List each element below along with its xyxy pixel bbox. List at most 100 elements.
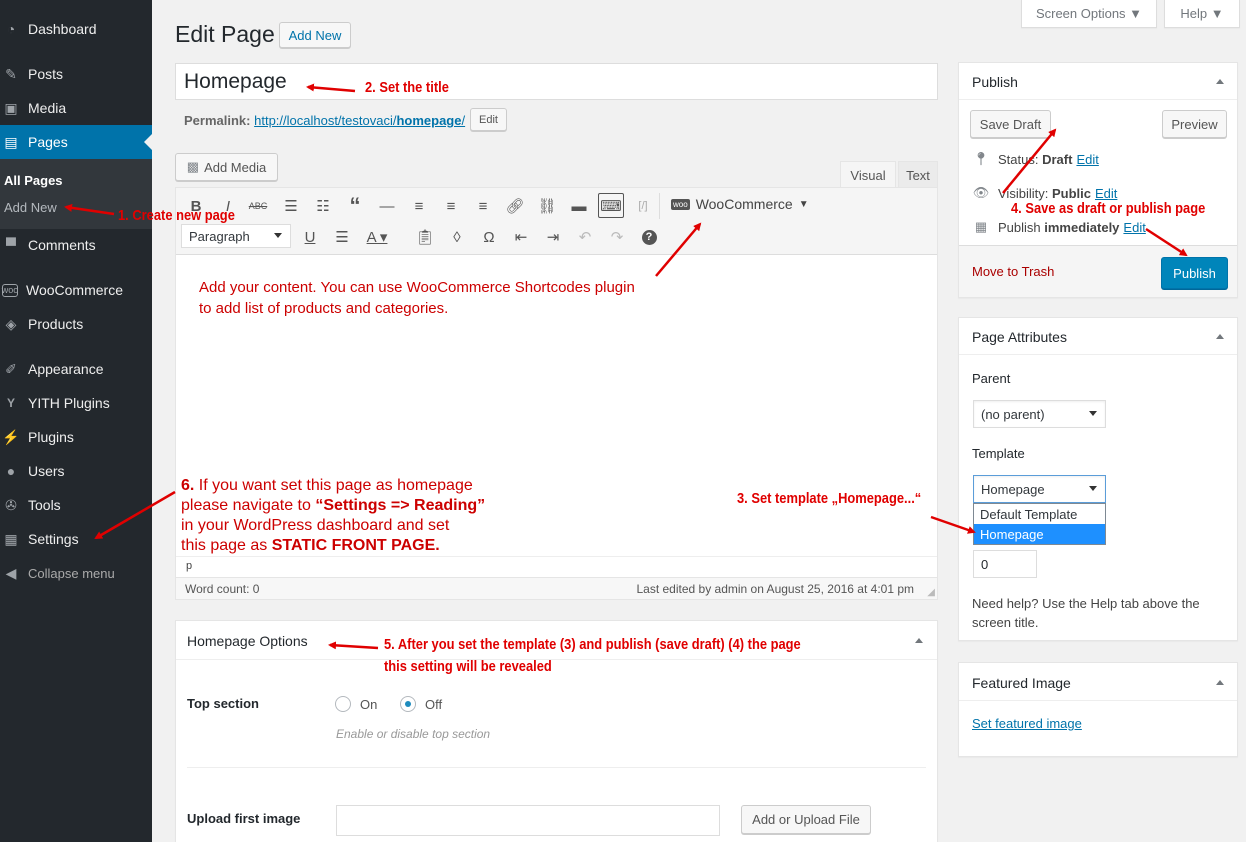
set-featured-image-link[interactable]: Set featured image [972, 716, 1082, 731]
align-center-icon[interactable]: ≡ [439, 194, 463, 218]
upload-label: Upload first image [187, 811, 301, 826]
permalink-link[interactable]: http://localhost/testovaci/homepage/ [254, 113, 465, 128]
content-line: Add your content. You can use WooCommerc… [199, 279, 635, 296]
align-right-icon[interactable]: ≡ [471, 194, 495, 218]
read-more-icon[interactable]: ▬ [567, 194, 591, 218]
screen-options-button[interactable]: Screen Options ▼ [1021, 0, 1157, 28]
collapse-toggle-icon[interactable] [1216, 334, 1224, 339]
help-icon[interactable]: ? [637, 225, 661, 249]
calendar-icon: ▦ [974, 219, 988, 234]
menu-plugins[interactable]: ⚡ Plugins [0, 420, 152, 454]
menu-label: Comments [28, 237, 96, 253]
wrench-icon: ✇ [5, 496, 17, 513]
outdent-icon[interactable]: ⇤ [509, 225, 533, 249]
permalink-edit-button[interactable]: Edit [470, 108, 507, 131]
permalink-label: Permalink: [184, 113, 251, 128]
publish-label: Publish [998, 219, 1041, 235]
template-label: Template [972, 446, 1025, 461]
admin-sidebar: ◔ Dashboard ✎ Posts ▣ Media ▤ Pages All Page… [0, 0, 152, 842]
status-edit-link[interactable]: Edit [1076, 152, 1098, 167]
template-select[interactable]: Homepage [973, 475, 1106, 503]
yith-icon: Y [6, 396, 15, 410]
menu-users[interactable]: ● Users [0, 454, 152, 488]
order-input[interactable]: 0 [973, 550, 1037, 578]
move-to-trash-link[interactable]: Move to Trash [972, 264, 1054, 279]
brush-icon: ✐ [5, 360, 17, 377]
box-divider [959, 99, 1237, 100]
menu-settings[interactable]: ▦ Settings [0, 522, 152, 556]
add-media-button[interactable]: ▩ Add Media [175, 153, 278, 181]
parent-value: (no parent) [981, 406, 1045, 422]
tab-visual[interactable]: Visual [840, 161, 896, 188]
collapse-toggle-icon[interactable] [1216, 79, 1224, 84]
underline-icon[interactable]: U [298, 225, 322, 249]
align-left-icon[interactable]: ≡ [407, 194, 431, 218]
editor-content[interactable]: Add your content. You can use WooCommerc… [199, 277, 699, 319]
format-select[interactable]: Paragraph [181, 224, 291, 248]
menu-posts[interactable]: ✎ Posts [0, 57, 152, 91]
justify-icon[interactable]: ☰ [330, 225, 354, 249]
eye-icon: 👁︎ [972, 185, 990, 200]
menu-comments[interactable]: ▀ Comments [0, 228, 152, 262]
parent-select[interactable]: (no parent) [973, 400, 1106, 428]
template-option-default[interactable]: Default Template [974, 504, 1105, 524]
strikethrough-icon[interactable]: ABC [246, 194, 270, 218]
annotation-6-emphasis: “Settings => Reading” [315, 497, 486, 514]
help-text: Need help? Use the Help tab above the sc… [972, 594, 1200, 632]
menu-label: YITH Plugins [28, 395, 110, 411]
page-attributes-box: Page Attributes Parent (no parent) Templ… [958, 317, 1238, 641]
menu-products[interactable]: ◈ Products [0, 307, 152, 341]
bullet-list-icon[interactable]: ☰ [279, 194, 303, 218]
undo-icon[interactable]: ↶ [573, 225, 597, 249]
title-input[interactable]: Homepage [175, 63, 938, 100]
menu-label: Plugins [28, 429, 74, 445]
save-draft-button[interactable]: Save Draft [970, 110, 1051, 138]
preview-button[interactable]: Preview [1162, 110, 1227, 138]
indent-icon[interactable]: ⇥ [541, 225, 565, 249]
schedule-edit-link[interactable]: Edit [1123, 220, 1145, 235]
paste-text-icon[interactable]: 📋︎ [413, 225, 437, 249]
help-button[interactable]: Help ▼ [1164, 0, 1240, 28]
collapse-label: Collapse menu [28, 565, 115, 581]
menu-media[interactable]: ▣ Media [0, 91, 152, 125]
submenu-add-new[interactable]: Add New [4, 200, 57, 215]
upload-url-input[interactable] [336, 805, 720, 836]
collapse-toggle-icon[interactable] [1216, 680, 1224, 685]
menu-appearance[interactable]: ✐ Appearance [0, 352, 152, 386]
add-new-button[interactable]: Add New [279, 22, 351, 48]
collapse-toggle-icon[interactable] [915, 638, 923, 643]
collapse-menu[interactable]: ◀ Collapse menu [0, 556, 152, 590]
link-icon[interactable]: 🔗︎ [503, 194, 527, 218]
menu-woocommerce[interactable]: woo WooCommerce [0, 273, 152, 307]
blockquote-icon[interactable]: “ [343, 193, 367, 218]
off-label: Off [425, 697, 443, 712]
menu-yith-plugins[interactable]: Y YITH Plugins [0, 386, 152, 420]
special-character-icon[interactable]: Ω [477, 225, 501, 249]
resize-handle-icon[interactable]: ◢ [927, 587, 935, 598]
horizontal-line-icon[interactable]: — [375, 194, 399, 218]
annotation-6-emphasis: STATIC FRONT PAGE. [271, 537, 440, 554]
top-section-on-radio[interactable] [335, 696, 351, 712]
numbered-list-icon[interactable]: ☷ [311, 194, 335, 218]
toolbar-toggle-icon[interactable]: ⌨ [598, 193, 624, 218]
redo-icon[interactable]: ↷ [605, 225, 629, 249]
woocommerce-shortcodes-button[interactable]: woo WooCommerce ▼ [671, 196, 809, 212]
publish-button[interactable]: Publish [1161, 257, 1228, 289]
menu-dashboard[interactable]: ◔ Dashboard [0, 12, 152, 46]
unlink-icon[interactable]: ⛓ [535, 194, 559, 218]
woo-icon: woo [671, 198, 690, 210]
clear-formatting-icon[interactable]: ◊ [445, 225, 469, 249]
menu-tools[interactable]: ✇ Tools [0, 488, 152, 522]
distraction-free-icon[interactable]: [/] [631, 194, 655, 218]
add-upload-file-button[interactable]: Add or Upload File [741, 805, 871, 834]
visibility-edit-link[interactable]: Edit [1095, 186, 1117, 201]
submenu-all-pages[interactable]: All Pages [4, 173, 63, 188]
publish-actions: Move to Trash Publish [959, 245, 1237, 297]
top-section-off-radio[interactable] [400, 696, 416, 712]
text-color-icon[interactable]: A ▾ [362, 225, 392, 249]
menu-pages[interactable]: ▤ Pages [0, 125, 152, 159]
chevron-down-icon [1089, 486, 1097, 491]
template-option-homepage[interactable]: Homepage [974, 524, 1105, 544]
visibility-label: Visibility: [998, 185, 1049, 201]
tab-text[interactable]: Text [898, 161, 938, 188]
